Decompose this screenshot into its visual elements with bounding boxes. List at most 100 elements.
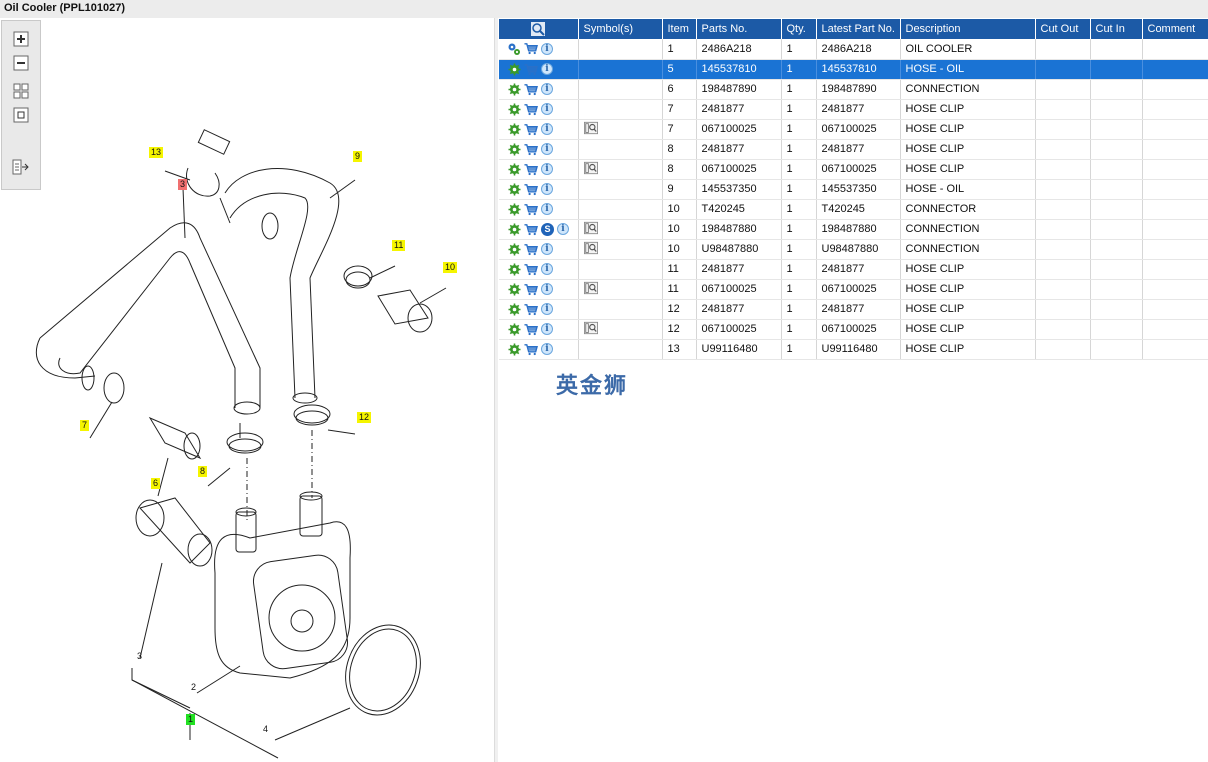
callout-9[interactable]: 9 bbox=[353, 151, 363, 162]
part-gear-icon[interactable] bbox=[507, 182, 521, 196]
table-row[interactable]: i 10 T420245 1 T420245 CONNECTOR bbox=[499, 199, 1208, 220]
latest-part-number-cell[interactable]: 067100025 bbox=[816, 119, 901, 140]
part-gear-icon[interactable] bbox=[507, 102, 521, 116]
add-to-cart-icon[interactable] bbox=[524, 182, 538, 196]
table-row[interactable]: i 7 2481877 1 2481877 HOSE CLIP bbox=[499, 99, 1208, 120]
table-row[interactable]: i 5 145537810 1 145537810 HOSE - OIL bbox=[499, 59, 1208, 80]
latest-part-number-cell[interactable]: 067100025 bbox=[816, 279, 901, 300]
add-to-cart-icon[interactable] bbox=[524, 322, 538, 336]
assembly-gears-icon[interactable] bbox=[507, 42, 521, 56]
table-row[interactable]: i 8 067100025 1 067100025 HOSE CLIP bbox=[499, 159, 1208, 180]
symbol-view-icon[interactable] bbox=[583, 221, 598, 235]
part-gear-icon[interactable] bbox=[507, 162, 521, 176]
zoom-out-button[interactable] bbox=[11, 53, 31, 73]
part-number-cell[interactable]: 2481877 bbox=[696, 299, 782, 320]
add-to-cart-icon[interactable] bbox=[524, 242, 538, 256]
part-gear-icon[interactable] bbox=[507, 302, 521, 316]
add-to-cart-icon[interactable] bbox=[524, 222, 538, 236]
callout-10[interactable]: 10 bbox=[443, 262, 458, 273]
table-row[interactable]: i 12 067100025 1 067100025 HOSE CLIP bbox=[499, 319, 1208, 340]
callout-7[interactable]: 7 bbox=[80, 420, 90, 431]
info-icon[interactable]: i bbox=[541, 263, 553, 275]
symbol-view-icon[interactable] bbox=[583, 281, 598, 295]
table-row[interactable]: i 11 2481877 1 2481877 HOSE CLIP bbox=[499, 259, 1208, 280]
zoom-in-button[interactable] bbox=[11, 29, 31, 49]
fit-all-button[interactable] bbox=[11, 81, 31, 101]
symbol-view-icon[interactable] bbox=[583, 161, 598, 175]
info-icon[interactable]: i bbox=[541, 283, 553, 295]
add-to-cart-icon[interactable] bbox=[524, 302, 538, 316]
add-to-cart-icon[interactable] bbox=[524, 82, 538, 96]
export-list-button[interactable] bbox=[11, 157, 31, 177]
info-icon[interactable]: i bbox=[541, 143, 553, 155]
info-icon[interactable]: i bbox=[557, 223, 569, 235]
latest-part-number-cell[interactable]: 198487890 bbox=[816, 79, 901, 100]
part-gear-icon[interactable] bbox=[507, 122, 521, 136]
latest-part-number-cell[interactable]: 2486A218 bbox=[816, 39, 901, 60]
column-item[interactable]: Item bbox=[662, 19, 697, 39]
part-gear-icon[interactable] bbox=[507, 242, 521, 256]
table-row[interactable]: i 8 2481877 1 2481877 HOSE CLIP bbox=[499, 139, 1208, 160]
add-to-cart-icon[interactable] bbox=[524, 162, 538, 176]
info-icon[interactable]: i bbox=[541, 42, 553, 55]
latest-part-number-cell[interactable]: 067100025 bbox=[816, 319, 901, 340]
add-to-cart-icon[interactable] bbox=[524, 142, 538, 156]
add-to-cart-icon[interactable] bbox=[524, 42, 538, 56]
column-symbols[interactable]: Symbol(s) bbox=[578, 19, 663, 39]
callout-2[interactable]: 2 bbox=[189, 682, 198, 693]
column-description[interactable]: Description bbox=[900, 19, 1036, 39]
info-icon[interactable]: i bbox=[541, 243, 553, 255]
add-to-cart-icon[interactable] bbox=[524, 342, 538, 356]
table-row[interactable]: i 10 U98487880 1 U98487880 CONNECTION bbox=[499, 239, 1208, 260]
part-number-cell[interactable]: 067100025 bbox=[696, 279, 782, 300]
part-number-cell[interactable]: 145537810 bbox=[696, 59, 782, 80]
info-icon[interactable]: i bbox=[541, 63, 553, 75]
latest-part-number-cell[interactable]: 2481877 bbox=[816, 139, 901, 160]
add-to-cart-icon[interactable] bbox=[524, 102, 538, 116]
part-gear-icon[interactable] bbox=[507, 262, 521, 276]
info-icon[interactable]: i bbox=[541, 123, 553, 135]
part-number-cell[interactable]: 2481877 bbox=[696, 139, 782, 160]
part-gear-icon[interactable] bbox=[507, 202, 521, 216]
callout-3[interactable]: 3 bbox=[135, 651, 144, 662]
table-row[interactable]: i 1 2486A218 1 2486A218 OIL COOLER bbox=[499, 39, 1208, 60]
column-cut-in[interactable]: Cut In bbox=[1090, 19, 1143, 39]
callout-12[interactable]: 12 bbox=[357, 412, 372, 423]
latest-part-number-cell[interactable]: U98487880 bbox=[816, 239, 901, 260]
add-to-cart-icon[interactable] bbox=[524, 262, 538, 276]
info-icon[interactable]: i bbox=[541, 303, 553, 315]
callout-3-hose[interactable]: 3 bbox=[178, 179, 188, 190]
part-number-cell[interactable]: U99116480 bbox=[696, 339, 782, 360]
table-row[interactable]: i 9 145537350 1 145537350 HOSE - OIL bbox=[499, 179, 1208, 200]
part-gear-icon[interactable] bbox=[507, 282, 521, 296]
supersession-badge-icon[interactable]: S bbox=[541, 222, 554, 236]
table-row[interactable]: i 6 198487890 1 198487890 CONNECTION bbox=[499, 79, 1208, 100]
info-icon[interactable]: i bbox=[541, 343, 553, 355]
part-gear-icon[interactable] bbox=[507, 222, 521, 236]
table-row[interactable]: i 13 U99116480 1 U99116480 HOSE CLIP bbox=[499, 339, 1208, 360]
callout-6[interactable]: 6 bbox=[151, 478, 161, 489]
latest-part-number-cell[interactable]: T420245 bbox=[816, 199, 901, 220]
part-number-cell[interactable]: 067100025 bbox=[696, 319, 782, 340]
part-number-cell[interactable]: 145537350 bbox=[696, 179, 782, 200]
part-number-cell[interactable]: 198487880 bbox=[696, 219, 782, 240]
add-to-cart-icon[interactable] bbox=[524, 122, 538, 136]
latest-part-number-cell[interactable]: 145537350 bbox=[816, 179, 901, 200]
add-to-cart-icon[interactable] bbox=[524, 202, 538, 216]
part-gear-icon[interactable] bbox=[507, 342, 521, 356]
part-gear-icon[interactable] bbox=[507, 142, 521, 156]
column-actions[interactable] bbox=[499, 19, 579, 39]
part-number-cell[interactable]: 2481877 bbox=[696, 259, 782, 280]
info-icon[interactable]: i bbox=[541, 83, 553, 95]
callout-1[interactable]: 1 bbox=[186, 714, 196, 725]
symbol-view-icon[interactable] bbox=[583, 321, 598, 335]
column-cut-out[interactable]: Cut Out bbox=[1035, 19, 1091, 39]
part-number-cell[interactable]: 2481877 bbox=[696, 99, 782, 120]
part-number-cell[interactable]: T420245 bbox=[696, 199, 782, 220]
part-number-cell[interactable]: U98487880 bbox=[696, 239, 782, 260]
callout-13[interactable]: 13 bbox=[149, 147, 164, 158]
table-row[interactable]: Si 10 198487880 1 198487880 CONNECTION bbox=[499, 219, 1208, 240]
latest-part-number-cell[interactable]: 2481877 bbox=[816, 99, 901, 120]
add-to-cart-icon[interactable] bbox=[524, 282, 538, 296]
callout-4[interactable]: 4 bbox=[261, 724, 270, 735]
